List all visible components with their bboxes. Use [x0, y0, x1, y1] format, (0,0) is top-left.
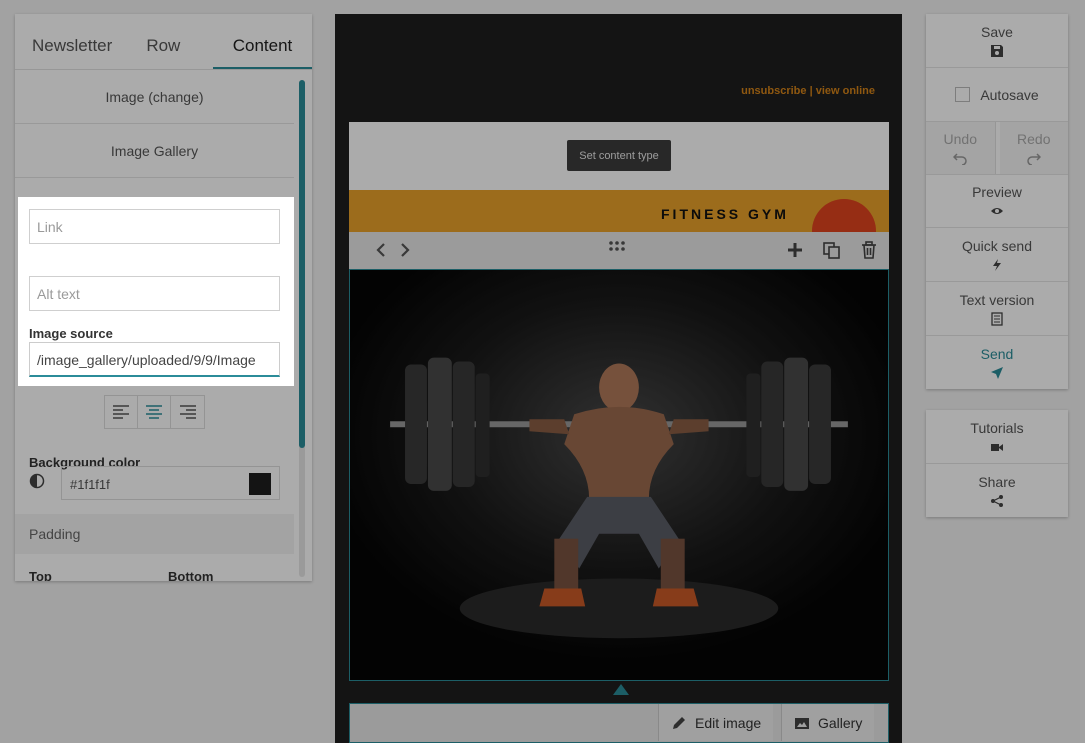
autosave-checkbox[interactable] — [955, 87, 971, 102]
send-label: Send — [980, 345, 1014, 362]
contrast-icon — [29, 473, 45, 489]
scrollbar-thumb[interactable] — [299, 80, 305, 448]
gallery-button[interactable]: Gallery — [781, 704, 875, 741]
image-source-field[interactable]: /image_gallery/uploaded/9/9/Image — [29, 342, 280, 377]
add-icon[interactable] — [785, 240, 805, 260]
document-icon — [991, 311, 1003, 326]
background-color-value: #1f1f1f — [70, 477, 110, 492]
padding-top-label: Top — [29, 569, 52, 581]
tab-newsletter[interactable]: Newsletter — [15, 14, 129, 69]
chevron-right-icon[interactable] — [395, 240, 415, 260]
image-link-fields: Link Alt text Image source /image_galler… — [18, 197, 294, 386]
lightning-icon — [993, 258, 1001, 271]
redo-icon — [1027, 153, 1041, 165]
gallery-label: Gallery — [818, 714, 863, 731]
undo-redo-group: Undo Redo — [926, 122, 1068, 175]
send-button[interactable]: Send — [926, 336, 1068, 389]
alignment-group — [104, 395, 205, 429]
panel-tabs: Newsletter Row Content — [15, 14, 312, 70]
align-right-icon — [179, 405, 196, 419]
insert-block-arrow-icon[interactable] — [613, 684, 629, 695]
image-icon — [795, 717, 809, 729]
padding-section-header[interactable]: Padding — [15, 514, 294, 554]
autosave-toggle[interactable]: Autosave — [926, 68, 1068, 122]
delete-icon[interactable] — [859, 240, 879, 260]
align-left-icon — [113, 405, 129, 419]
eye-icon — [991, 208, 1003, 214]
text-version-button[interactable]: Text version — [926, 282, 1068, 336]
padding-bottom-label: Bottom — [168, 569, 214, 581]
panel-scrollbar[interactable] — [299, 80, 305, 577]
quick-send-label: Quick send — [961, 237, 1033, 254]
save-button[interactable]: Save — [926, 14, 1068, 68]
align-right-button[interactable] — [171, 396, 204, 428]
align-center-button[interactable] — [138, 396, 171, 428]
image-actions-bar: Edit image Gallery — [349, 703, 889, 743]
pencil-icon — [673, 716, 685, 729]
redo-label: Redo — [1017, 131, 1051, 147]
align-left-button[interactable] — [105, 396, 138, 428]
undo-icon — [953, 153, 967, 165]
floppy-disk-icon — [991, 44, 1003, 57]
image-source-label: Image source — [29, 326, 113, 341]
image-gallery-button[interactable]: Image Gallery — [15, 124, 294, 178]
video-camera-icon — [991, 443, 1003, 451]
color-swatch[interactable] — [249, 473, 271, 495]
set-content-type-button[interactable]: Set content type — [567, 140, 671, 171]
share-button[interactable]: Share — [926, 464, 1068, 517]
image-change-button[interactable]: Image (change) — [15, 70, 294, 124]
chevron-left-icon[interactable] — [371, 240, 391, 260]
preview-button[interactable]: Preview — [926, 175, 1068, 228]
edit-image-button[interactable]: Edit image — [658, 704, 774, 741]
undo-button[interactable]: Undo — [926, 122, 996, 174]
quick-send-button[interactable]: Quick send — [926, 228, 1068, 282]
tutorials-label: Tutorials — [970, 419, 1024, 436]
paper-plane-icon — [991, 366, 1003, 379]
autosave-label: Autosave — [980, 86, 1039, 103]
padding-labels: Top Bottom — [29, 569, 214, 581]
weightlifter-image[interactable] — [349, 269, 889, 681]
link-field[interactable]: Link — [29, 209, 280, 244]
weightlifter-illustration — [350, 270, 888, 680]
share-icon — [991, 494, 1003, 507]
save-label: Save — [981, 23, 1013, 40]
background-color-input[interactable]: #1f1f1f — [61, 466, 280, 500]
alt-text-field[interactable]: Alt text — [29, 276, 280, 311]
help-panel: Tutorials Share — [926, 410, 1068, 517]
edit-image-label: Edit image — [695, 714, 762, 731]
tab-row[interactable]: Row — [129, 14, 197, 69]
preview-label: Preview — [972, 184, 1022, 200]
header-banner: FITNESS GYM — [349, 190, 889, 232]
share-label: Share — [978, 473, 1016, 490]
tutorials-button[interactable]: Tutorials — [926, 410, 1068, 464]
block-toolbar — [349, 232, 889, 269]
brand-logo — [812, 199, 876, 232]
duplicate-icon[interactable] — [821, 240, 841, 260]
email-canvas: unsubscribe | view online Set content ty… — [335, 14, 902, 743]
unsubscribe-link[interactable]: unsubscribe | view online — [741, 85, 875, 97]
drag-handle-icon[interactable] — [607, 236, 627, 256]
redo-button[interactable]: Redo — [999, 122, 1068, 174]
tab-spacer — [197, 14, 213, 69]
undo-label: Undo — [943, 131, 977, 147]
align-center-icon — [146, 405, 162, 419]
tab-content[interactable]: Content — [213, 14, 312, 69]
brand-title: FITNESS GYM — [661, 206, 789, 222]
text-version-label: Text version — [959, 291, 1035, 308]
actions-panel: Save Autosave Undo Redo Preview Quick se… — [926, 14, 1068, 389]
